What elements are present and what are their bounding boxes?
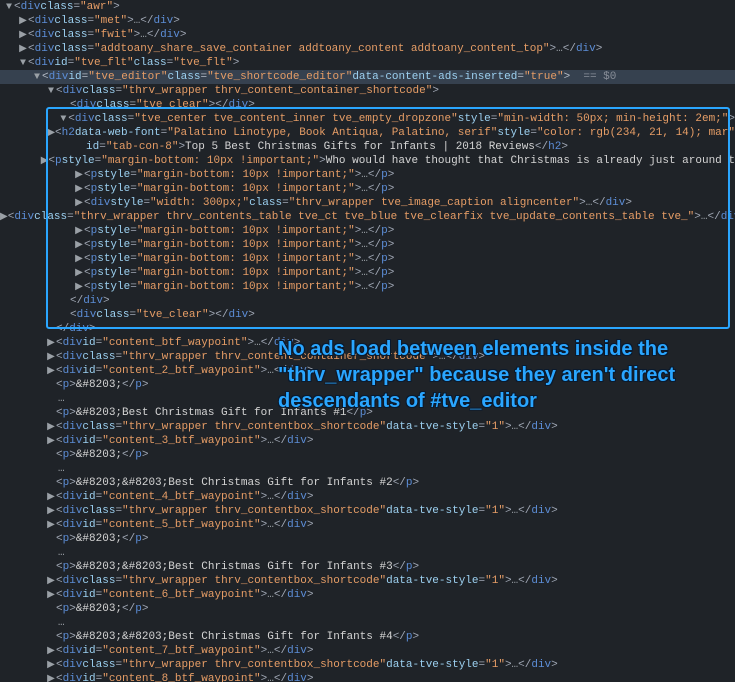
expand-arrow-icon[interactable]: ▶ xyxy=(74,169,84,181)
dom-node-row[interactable]: ▼<div class="thrv_wrapper thrv_content_c… xyxy=(0,84,735,98)
dom-node-row[interactable]: … xyxy=(0,392,735,406)
dom-node-row[interactable]: <p>&#8203;</p> xyxy=(0,378,735,392)
dom-node-row[interactable]: <p>&#8203;</p> xyxy=(0,532,735,546)
dom-node-row[interactable]: ▶<p style="margin-bottom: 10px !importan… xyxy=(0,182,735,196)
dom-node-row[interactable]: … xyxy=(0,546,735,560)
expand-arrow-icon[interactable]: ▼ xyxy=(58,114,68,125)
dom-node-row[interactable]: ▶<p style="margin-bottom: 10px !importan… xyxy=(0,280,735,294)
expand-arrow-icon[interactable]: ▶ xyxy=(74,253,84,265)
dom-node-row[interactable]: ▶<div id="content_btf_waypoint">…</div> xyxy=(0,336,735,350)
expand-arrow-icon[interactable]: ▶ xyxy=(47,127,55,139)
dom-node-row[interactable]: ▶<div style="width: 300px;" class="thrv_… xyxy=(0,196,735,210)
dom-node-row[interactable]: ▶<div id="content_3_btf_waypoint">…</div… xyxy=(0,434,735,448)
dom-node-row[interactable]: ▶<p style="margin-bottom: 10px !importan… xyxy=(0,168,735,182)
dom-node-row[interactable]: </div> xyxy=(0,294,735,308)
expand-arrow-icon[interactable]: ▶ xyxy=(18,43,28,55)
expand-arrow-icon[interactable]: ▼ xyxy=(4,2,14,13)
dom-node-row[interactable]: ▶<div class="met">…</div> xyxy=(0,14,735,28)
dom-node-row[interactable]: <div class="tve_clear"></div> xyxy=(0,98,735,112)
expand-arrow-icon[interactable]: ▶ xyxy=(46,519,56,531)
dom-node-row[interactable]: ▶<div class="thrv_wrapper thrv_contentbo… xyxy=(0,504,735,518)
dom-node-row[interactable]: ▶<div id="content_6_btf_waypoint">…</div… xyxy=(0,588,735,602)
dom-node-row[interactable]: ▶<div id="content_4_btf_waypoint">…</div… xyxy=(0,490,735,504)
dom-node-row[interactable]: ▼<div id="tve_editor" class="tve_shortco… xyxy=(0,70,735,84)
expand-arrow-icon[interactable]: ▶ xyxy=(74,281,84,293)
expand-arrow-icon[interactable]: ▶ xyxy=(46,421,56,433)
expand-arrow-icon[interactable]: ▶ xyxy=(46,589,56,601)
dom-node-row[interactable]: ▶<p style="margin-bottom: 10px !importan… xyxy=(0,238,735,252)
dom-node-row[interactable]: … xyxy=(0,616,735,630)
dom-tree[interactable]: ▼<div class="awr">▶<div class="met">…</d… xyxy=(0,0,735,682)
expand-arrow-icon[interactable]: ▶ xyxy=(18,29,28,41)
dom-node-row[interactable]: ▼<div id="tve_flt" class="tve_flt"> xyxy=(0,56,735,70)
expand-arrow-icon[interactable]: ▶ xyxy=(46,645,56,657)
dom-node-row[interactable]: <p>&#8203;&#8203;Best Christmas Gift for… xyxy=(0,560,735,574)
expand-arrow-icon[interactable]: ▶ xyxy=(0,211,8,223)
dom-node-row[interactable]: ▶<p style="margin-bottom: 10px !importan… xyxy=(0,252,735,266)
expand-arrow-icon[interactable]: ▶ xyxy=(46,491,56,503)
dom-node-row[interactable]: <p>&#8203;</p> xyxy=(0,448,735,462)
expand-arrow-icon[interactable]: ▶ xyxy=(46,351,56,363)
dom-node-row[interactable]: id="tab-con-8">Top 5 Best Christmas Gift… xyxy=(0,140,735,154)
expand-arrow-icon[interactable]: ▼ xyxy=(46,86,56,97)
dom-node-row[interactable]: </div> xyxy=(0,322,735,336)
dom-node-row[interactable]: ▶<p style="margin-bottom: 10px !importan… xyxy=(0,224,735,238)
expand-arrow-icon[interactable]: ▶ xyxy=(46,659,56,671)
expand-arrow-icon[interactable]: ▶ xyxy=(46,673,56,682)
dom-node-row[interactable]: ▶<div id="content_8_btf_waypoint">…</div… xyxy=(0,672,735,682)
dom-node-row[interactable]: ▶<div id="content_2_btf_waypoint">…</div… xyxy=(0,364,735,378)
expand-arrow-icon[interactable]: ▶ xyxy=(46,365,56,377)
expand-arrow-icon[interactable]: ▶ xyxy=(74,197,84,209)
expand-arrow-icon[interactable]: ▼ xyxy=(18,58,28,69)
dom-node-row[interactable]: ▶<p style="margin-bottom: 10px !importan… xyxy=(0,154,735,168)
expand-arrow-icon[interactable]: ▶ xyxy=(46,337,56,349)
devtools-elements-panel[interactable]: ▼<div class="awr">▶<div class="met">…</d… xyxy=(0,0,735,682)
expand-arrow-icon[interactable]: ▶ xyxy=(46,505,56,517)
dom-node-row[interactable]: ▶<div class="addtoany_share_save_contain… xyxy=(0,42,735,56)
expand-arrow-icon[interactable]: ▶ xyxy=(46,435,56,447)
dom-node-row[interactable]: <p>&#8203;</p> xyxy=(0,602,735,616)
dom-node-row[interactable]: ▶<div class="thrv_wrapper thrv_content_c… xyxy=(0,350,735,364)
expand-arrow-icon[interactable]: ▶ xyxy=(74,239,84,251)
dom-node-row[interactable]: <div class="tve_clear"></div> xyxy=(0,308,735,322)
expand-arrow-icon[interactable]: ▶ xyxy=(18,15,28,27)
dom-node-row[interactable]: ▶<div class="fwit">…</div> xyxy=(0,28,735,42)
dom-node-row[interactable]: ▼<div class="awr"> xyxy=(0,0,735,14)
expand-arrow-icon[interactable]: ▼ xyxy=(32,72,42,83)
dom-node-row[interactable]: ▶<div id="content_5_btf_waypoint">…</div… xyxy=(0,518,735,532)
dom-node-row[interactable]: ▶<h2 data-web-font="Palatino Linotype, B… xyxy=(0,126,735,140)
dom-node-row[interactable]: <p>&#8203;&#8203;Best Christmas Gift for… xyxy=(0,630,735,644)
dom-node-row[interactable]: ▶<div class="thrv_wrapper thrv_contentbo… xyxy=(0,658,735,672)
dom-node-row[interactable]: <p>&#8203;Best Christmas Gift for Infant… xyxy=(0,406,735,420)
dom-node-row[interactable]: ▶<div id="content_7_btf_waypoint">…</div… xyxy=(0,644,735,658)
dom-node-row[interactable]: … xyxy=(0,462,735,476)
expand-arrow-icon[interactable]: ▶ xyxy=(74,267,84,279)
dom-node-row[interactable]: ▶<div class="thrv_wrapper thrv_contents_… xyxy=(0,210,735,224)
expand-arrow-icon[interactable]: ▶ xyxy=(41,155,49,167)
dom-node-row[interactable]: ▶<div class="thrv_wrapper thrv_contentbo… xyxy=(0,420,735,434)
dom-node-row[interactable]: <p>&#8203;&#8203;Best Christmas Gift for… xyxy=(0,476,735,490)
dom-node-row[interactable]: ▼<div class="tve_center tve_content_inne… xyxy=(0,112,735,126)
dom-node-row[interactable]: ▶<div class="thrv_wrapper thrv_contentbo… xyxy=(0,574,735,588)
expand-arrow-icon[interactable]: ▶ xyxy=(74,225,84,237)
expand-arrow-icon[interactable]: ▶ xyxy=(46,575,56,587)
expand-arrow-icon[interactable]: ▶ xyxy=(74,183,84,195)
dom-node-row[interactable]: ▶<p style="margin-bottom: 10px !importan… xyxy=(0,266,735,280)
